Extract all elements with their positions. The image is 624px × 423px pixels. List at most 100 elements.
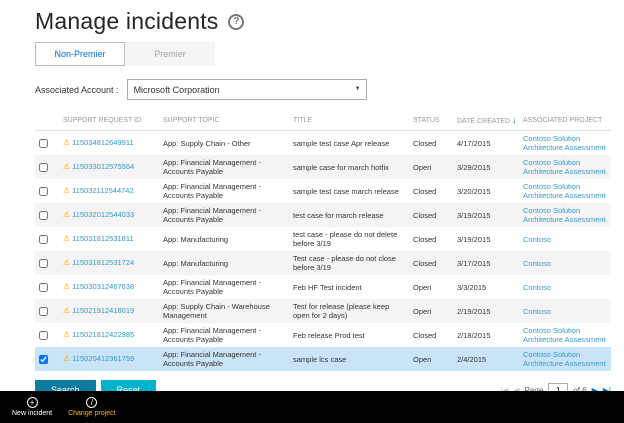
title-cell: Feb release Prod test bbox=[289, 323, 409, 347]
support-topic-cell: App: Financial Management - Accounts Pay… bbox=[159, 275, 289, 299]
warning-icon: ⚠ bbox=[63, 354, 70, 363]
support-request-id-link[interactable]: 115031812531724 bbox=[72, 258, 134, 267]
title-cell: test case for march release bbox=[289, 203, 409, 227]
row-checkbox[interactable] bbox=[39, 283, 48, 292]
date-created-cell: 3/20/2015 bbox=[453, 179, 519, 203]
support-request-id-link[interactable]: 115034812649911 bbox=[72, 138, 133, 147]
associated-project-link[interactable]: Contoso bbox=[523, 307, 551, 316]
date-created-cell: 3/19/2015 bbox=[453, 203, 519, 227]
support-request-id-link[interactable]: 115021912418019 bbox=[72, 306, 134, 315]
column-header-date-created[interactable]: DATE CREATED↓ bbox=[453, 110, 519, 131]
status-cell: Closed bbox=[409, 203, 453, 227]
associated-project-link[interactable]: Contoso bbox=[523, 235, 551, 244]
support-topic-cell: App: Financial Management - Accounts Pay… bbox=[159, 179, 289, 203]
column-header-checkbox bbox=[35, 110, 59, 131]
associated-project-link[interactable]: Contoso Solution Architecture Assessment bbox=[523, 350, 606, 368]
new-incident-button[interactable]: + New incident bbox=[12, 397, 52, 417]
page-content: Manage incidents ? Non-Premier Premier A… bbox=[0, 8, 624, 400]
associated-project-link[interactable]: Contoso Solution Architecture Assessment bbox=[523, 158, 606, 176]
table-row: ⚠115031812531724 App: Manufacturing Test… bbox=[35, 251, 611, 275]
date-created-cell: 2/18/2015 bbox=[453, 323, 519, 347]
support-topic-cell: App: Financial Management - Accounts Pay… bbox=[159, 203, 289, 227]
date-created-cell: 3/19/2015 bbox=[453, 227, 519, 251]
change-project-label: Change project bbox=[68, 410, 115, 417]
status-cell: Closed bbox=[409, 227, 453, 251]
support-topic-cell: App: Financial Management - Accounts Pay… bbox=[159, 155, 289, 179]
command-bar: + New incident / Change project bbox=[0, 391, 624, 423]
warning-icon: ⚠ bbox=[63, 306, 70, 315]
row-checkbox[interactable] bbox=[39, 139, 48, 148]
associated-project-link[interactable]: Contoso Solution Architecture Assessment bbox=[523, 326, 606, 344]
table-row: ⚠115021912418019 App: Supply Chain - War… bbox=[35, 299, 611, 323]
page-header: Manage incidents ? bbox=[35, 8, 610, 35]
table-row: ⚠115031812531811 App: Manufacturing test… bbox=[35, 227, 611, 251]
row-checkbox[interactable] bbox=[39, 211, 48, 220]
row-checkbox[interactable] bbox=[39, 259, 48, 268]
associated-project-link[interactable]: Contoso bbox=[523, 259, 551, 268]
support-request-id-link[interactable]: 115030312467638 bbox=[72, 282, 134, 291]
plus-icon: + bbox=[27, 397, 38, 408]
column-header-date-created-label: DATE CREATED bbox=[457, 118, 510, 125]
page-title: Manage incidents bbox=[35, 8, 218, 35]
associated-project-link[interactable]: Contoso Solution Architecture Assessment bbox=[523, 206, 606, 224]
associated-project-link[interactable]: Contoso Solution Architecture Assessment bbox=[523, 182, 606, 200]
table-row: ⚠115020412361759 App: Financial Manageme… bbox=[35, 347, 611, 371]
row-checkbox[interactable] bbox=[39, 235, 48, 244]
status-cell: Open bbox=[409, 347, 453, 371]
tab-non-premier[interactable]: Non-Premier bbox=[35, 42, 125, 66]
support-request-id-link[interactable]: 115021812422985 bbox=[72, 330, 134, 339]
support-topic-cell: App: Financial Management - Accounts Pay… bbox=[159, 323, 289, 347]
date-created-cell: 3/17/2015 bbox=[453, 251, 519, 275]
date-created-cell: 4/17/2015 bbox=[453, 131, 519, 156]
row-checkbox[interactable] bbox=[39, 331, 48, 340]
support-request-id-link[interactable]: 115033012575564 bbox=[72, 162, 134, 171]
associated-account-select[interactable]: Microsoft Corporation bbox=[127, 79, 367, 100]
associated-account-select-wrap: Microsoft Corporation ▼ bbox=[127, 79, 367, 100]
support-request-id-link[interactable]: 115020412361759 bbox=[72, 354, 134, 363]
support-request-id-link[interactable]: 115031812531811 bbox=[72, 234, 133, 243]
row-checkbox[interactable] bbox=[39, 187, 48, 196]
warning-icon: ⚠ bbox=[63, 210, 70, 219]
tab-premier[interactable]: Premier bbox=[125, 42, 215, 66]
support-request-id-link[interactable]: 115032012544033 bbox=[72, 210, 134, 219]
row-checkbox[interactable] bbox=[39, 163, 48, 172]
support-topic-cell: App: Manufacturing bbox=[159, 227, 289, 251]
incident-table-body: ⚠115034812649911 App: Supply Chain - Oth… bbox=[35, 131, 611, 372]
help-icon[interactable]: ? bbox=[228, 14, 244, 30]
row-checkbox[interactable] bbox=[39, 307, 48, 316]
date-created-cell: 2/4/2015 bbox=[453, 347, 519, 371]
column-header-support-topic[interactable]: SUPPORT TOPIC bbox=[159, 110, 289, 131]
title-cell: sample case for march hotfix bbox=[289, 155, 409, 179]
table-row: ⚠115032012544033 App: Financial Manageme… bbox=[35, 203, 611, 227]
date-created-cell: 3/29/2015 bbox=[453, 155, 519, 179]
column-header-associated-project[interactable]: ASSOCIATED PROJECT bbox=[519, 110, 611, 131]
associated-project-link[interactable]: Contoso bbox=[523, 283, 551, 292]
date-created-cell: 2/19/2015 bbox=[453, 299, 519, 323]
support-request-id-link[interactable]: 115032112544742 bbox=[72, 186, 133, 195]
warning-icon: ⚠ bbox=[63, 258, 70, 267]
table-row: ⚠115034812649911 App: Supply Chain - Oth… bbox=[35, 131, 611, 156]
column-header-support-request-id[interactable]: SUPPORT REQUEST ID bbox=[59, 110, 159, 131]
table-row: ⚠115033012575564 App: Financial Manageme… bbox=[35, 155, 611, 179]
title-cell: sample lcs case bbox=[289, 347, 409, 371]
status-cell: Closed bbox=[409, 179, 453, 203]
title-cell: test case - please do not delete before … bbox=[289, 227, 409, 251]
table-row: ⚠115021812422985 App: Financial Manageme… bbox=[35, 323, 611, 347]
warning-icon: ⚠ bbox=[63, 162, 70, 171]
table-row: ⚠115030312467638 App: Financial Manageme… bbox=[35, 275, 611, 299]
warning-icon: ⚠ bbox=[63, 138, 70, 147]
column-header-title[interactable]: TITLE bbox=[289, 110, 409, 131]
support-topic-cell: App: Supply Chain - Warehouse Management bbox=[159, 299, 289, 323]
title-cell: Feb HF Test incident bbox=[289, 275, 409, 299]
row-checkbox[interactable] bbox=[39, 355, 48, 364]
column-header-status[interactable]: STATUS bbox=[409, 110, 453, 131]
warning-icon: ⚠ bbox=[63, 234, 70, 243]
warning-icon: ⚠ bbox=[63, 282, 70, 291]
support-topic-cell: App: Manufacturing bbox=[159, 251, 289, 275]
edit-icon: / bbox=[86, 397, 97, 408]
support-topic-cell: App: Financial Management - Accounts Pay… bbox=[159, 347, 289, 371]
title-cell: sample test case Apr release bbox=[289, 131, 409, 156]
table-row: ⚠115032112544742 App: Financial Manageme… bbox=[35, 179, 611, 203]
associated-project-link[interactable]: Contoso Solution Architecture Assessment bbox=[523, 134, 606, 152]
change-project-button[interactable]: / Change project bbox=[68, 397, 115, 417]
